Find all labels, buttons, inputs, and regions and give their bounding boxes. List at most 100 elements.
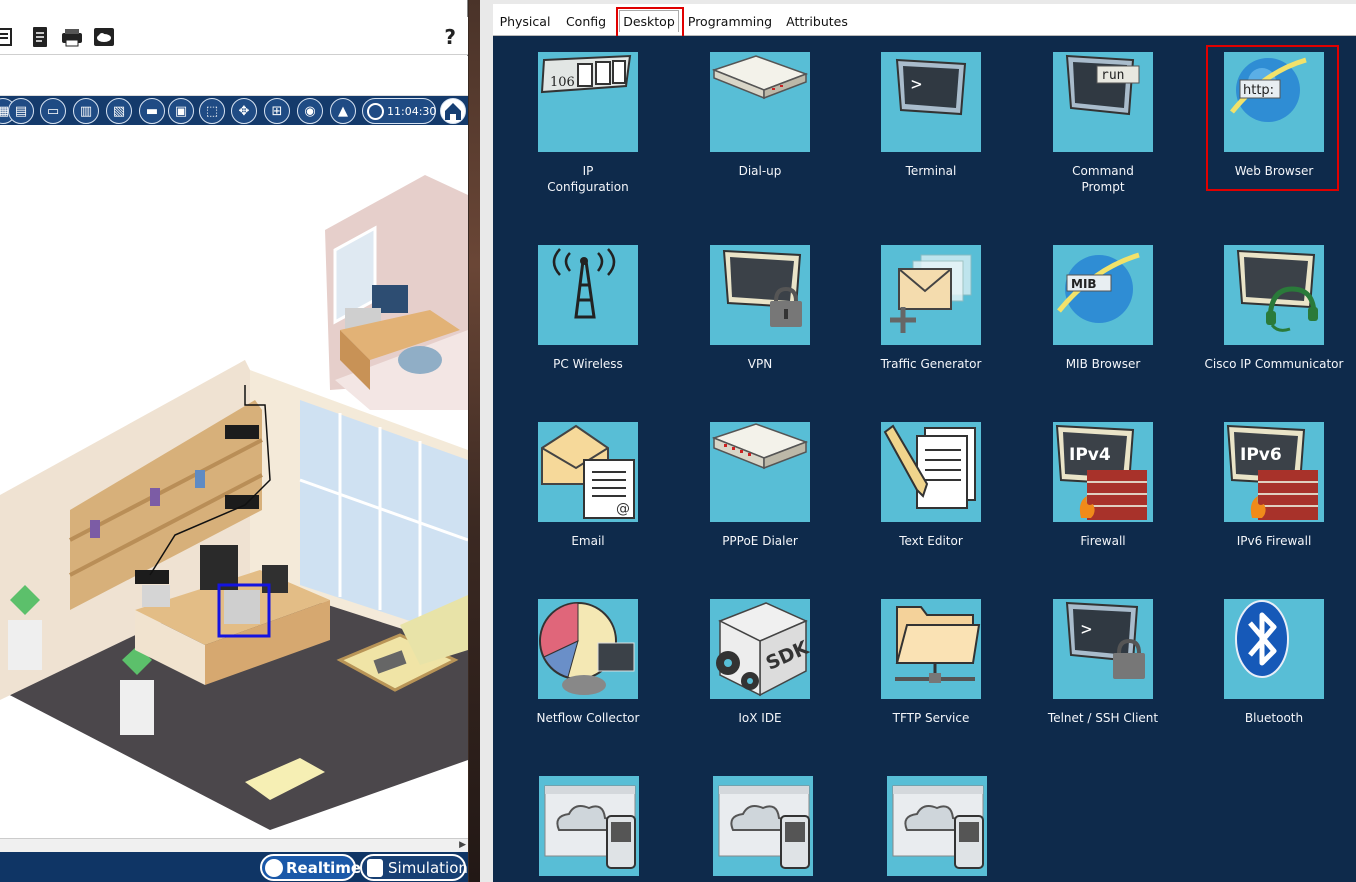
vpn-lock-icon: [710, 245, 810, 345]
app-label-line: Configuration: [547, 180, 629, 194]
help-icon[interactable]: ?: [444, 25, 456, 49]
tab-physical[interactable]: Physical: [497, 10, 553, 32]
wireless-tower-icon: [538, 245, 638, 345]
mode-bar: Realtime Simulation: [0, 852, 468, 882]
text-editor-icon: [881, 422, 981, 522]
app-label: Email: [571, 534, 605, 548]
clock-display[interactable]: 11:04:30: [362, 98, 436, 124]
ipv6-firewall-icon: IPv6: [1224, 422, 1324, 522]
add-rack-icon[interactable]: ▥: [73, 98, 99, 124]
app-label: Cisco IP Communicator: [1204, 357, 1344, 371]
simulation-icon: [367, 859, 383, 877]
office-chair: [200, 545, 238, 590]
pppoe-dialer-icon: [710, 422, 810, 522]
iot-cloud-phone-icon: [887, 776, 987, 876]
tftp-folder-icon: [881, 599, 981, 699]
app-label: Bluetooth: [1244, 711, 1304, 725]
app-label: IP Configuration: [518, 163, 658, 195]
http-label: http:: [1243, 83, 1274, 98]
email-icon: @: [538, 422, 638, 522]
app-label: Text Editor: [899, 534, 963, 548]
add-table-icon[interactable]: ▬: [139, 98, 165, 124]
run-label: run: [1101, 68, 1124, 83]
home-icon[interactable]: [440, 98, 466, 124]
globe-clock-icon: [367, 103, 384, 120]
app-label-line: Prompt: [1081, 180, 1125, 194]
ip-communicator-headset-icon: [1224, 245, 1324, 345]
ip-config-number: 106: [550, 75, 575, 90]
web-browser-icon: http:: [1224, 52, 1324, 152]
mib-browser-icon: MIB: [1053, 245, 1153, 345]
prompt-symbol: >: [1081, 619, 1092, 640]
list-icon[interactable]: [0, 26, 18, 48]
navigation-toolbar: ▦ ▤ ▭ ▥ ▧ ▬ ▣ ⬚ ✥ ⊞ ◉ ▲ 11:04:30: [0, 96, 468, 125]
select-area-icon[interactable]: ⬚: [199, 98, 225, 124]
cloud-drive-icon[interactable]: [93, 26, 115, 48]
add-printer-icon[interactable]: ▭: [40, 98, 66, 124]
scroll-right-icon[interactable]: ▶: [459, 840, 466, 850]
layout-grid-icon[interactable]: ⊞: [264, 98, 290, 124]
add-device-grid-icon[interactable]: ▤: [8, 98, 34, 124]
desktop-app-grid: 106 IP Configuration Dial-up > Terminal r…: [493, 36, 1356, 882]
add-shelf-icon[interactable]: ▧: [106, 98, 132, 124]
traffic-generator-icon: [881, 245, 981, 345]
prompt-symbol: >: [911, 74, 922, 95]
isometric-office-illustration: [0, 175, 468, 830]
netflow-collector-icon: [538, 599, 638, 699]
app-label: PC Wireless: [553, 357, 623, 371]
ipv6-label: IPv6: [1240, 445, 1282, 465]
mib-label: MIB: [1071, 277, 1097, 291]
terminal-icon: >: [881, 52, 981, 152]
screen: ? ▦ ▤ ▭ ▥ ▧ ▬ ▣ ⬚ ✥ ⊞ ◉ ▲ 11:04:30 ▶ Rea…: [0, 0, 1356, 882]
device-dialog: Physical Config Desktop Programming Attr…: [480, 0, 1356, 882]
ip-configuration-icon: 106: [538, 52, 638, 152]
tab-bar: Physical Config Desktop Programming Attr…: [493, 4, 1356, 36]
realtime-label: Realtime: [286, 858, 362, 877]
tab-programming[interactable]: Programming: [688, 10, 772, 32]
move-icon[interactable]: ✥: [231, 98, 257, 124]
simulation-button[interactable]: Simulation: [360, 854, 468, 881]
selected-pc[interactable]: [224, 590, 260, 624]
clock-icon: [265, 859, 283, 877]
workspace-panel: ? ▦ ▤ ▭ ▥ ▧ ▬ ▣ ⬚ ✥ ⊞ ◉ ▲ 11:04:30 ▶ Rea…: [0, 0, 468, 882]
app-label: MIB Browser: [1065, 357, 1141, 371]
physical-office-view[interactable]: [0, 125, 468, 838]
telnet-ssh-icon: >: [1053, 599, 1153, 699]
tab-config[interactable]: Config: [559, 10, 613, 32]
app-label: PPPoE Dialer: [722, 534, 798, 548]
cabinet-icon[interactable]: ▣: [168, 98, 194, 124]
app-label: Dial-up: [738, 164, 782, 178]
app-label-line: IP: [582, 164, 594, 178]
app-label: Web Browser: [1234, 164, 1314, 178]
app-label: Command Prompt: [1033, 163, 1173, 195]
printer-icon[interactable]: [61, 26, 83, 48]
iox-sdk-icon: SDK: [710, 599, 810, 699]
app-label-line: Command: [1072, 164, 1134, 178]
svg-text:@: @: [616, 501, 630, 517]
background-image-icon[interactable]: ▲: [330, 98, 356, 124]
realtime-button[interactable]: Realtime: [260, 854, 361, 881]
app-label: Terminal: [905, 164, 957, 178]
clock-time: 11:04:30: [387, 104, 437, 118]
dial-up-modem-icon: [710, 52, 810, 152]
wireless-icon[interactable]: ◉: [297, 98, 323, 124]
tab-attributes[interactable]: Attributes: [783, 10, 851, 32]
document-icon[interactable]: [29, 26, 51, 48]
app-label: VPN: [747, 357, 773, 371]
tab-desktop[interactable]: Desktop: [619, 10, 679, 32]
horizontal-scrollbar[interactable]: ▶: [0, 838, 468, 852]
top-toolbar: ?: [0, 17, 468, 55]
bluetooth-icon: [1224, 599, 1324, 699]
iot-cloud-phone-icon: [539, 776, 639, 876]
iot-cloud-phone-icon: [713, 776, 813, 876]
simulation-label: Simulation: [388, 858, 468, 877]
app-label: Netflow Collector: [536, 711, 640, 725]
ipv4-firewall-icon: IPv4: [1053, 422, 1153, 522]
app-label: Traffic Generator: [880, 357, 982, 371]
command-prompt-icon: run: [1053, 52, 1153, 152]
app-label: Firewall: [1080, 534, 1126, 548]
app-label: IPv6 Firewall: [1236, 534, 1312, 548]
app-label: TFTP Service: [892, 711, 970, 725]
workspace-bar: [0, 56, 468, 96]
app-label: Telnet / SSH Client: [1047, 711, 1159, 725]
